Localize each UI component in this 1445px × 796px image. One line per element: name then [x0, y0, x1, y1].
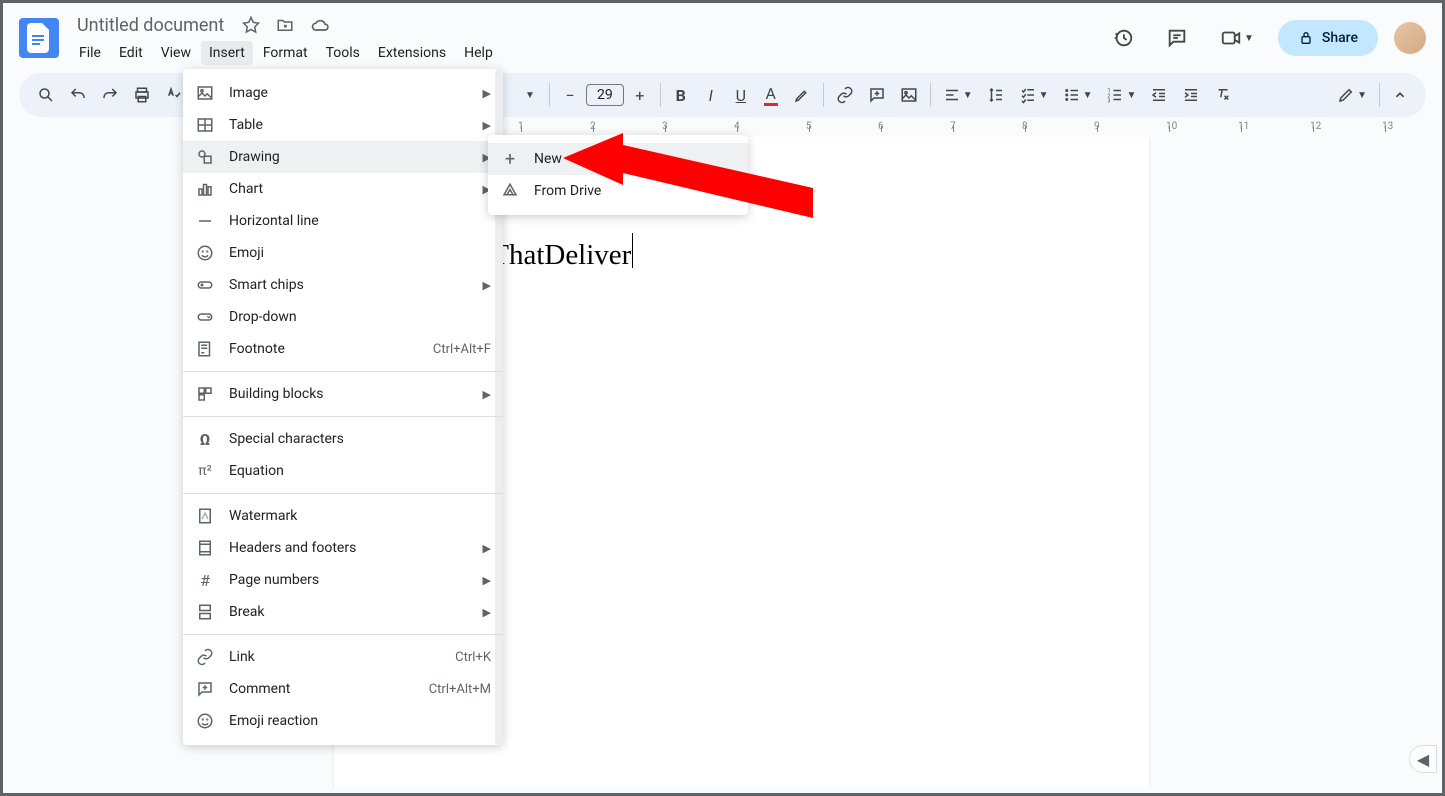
vertical-ruler[interactable] — [3, 137, 41, 787]
share-label: Share — [1322, 30, 1358, 46]
editing-mode-icon[interactable]: ▼ — [1331, 81, 1373, 109]
redo-icon[interactable] — [95, 81, 125, 109]
bulleted-list-icon[interactable]: ▼ — [1057, 81, 1099, 109]
insert-dropdown-menu: Image▶ Table▶ Drawing▶ Chart▶ Horizontal… — [183, 69, 503, 745]
menu-insert-special[interactable]: ΩSpecial characters — [183, 423, 503, 455]
align-icon[interactable]: ▼ — [937, 81, 979, 109]
cloud-status-icon[interactable] — [306, 11, 334, 39]
checklist-icon[interactable]: ▼ — [1013, 81, 1055, 109]
svg-text:3: 3 — [1108, 99, 1111, 105]
insert-image-icon[interactable] — [894, 81, 924, 109]
comments-icon[interactable] — [1158, 19, 1196, 57]
text-color-icon[interactable]: A — [757, 81, 785, 109]
menu-insert-smart-chips[interactable]: Smart chips▶ — [183, 269, 503, 301]
menu-insert-dropdown[interactable]: Drop-down — [183, 301, 503, 333]
numbered-list-icon[interactable]: 123▼ — [1100, 81, 1142, 109]
menu-view[interactable]: View — [153, 41, 199, 65]
menu-insert[interactable]: Insert — [201, 41, 253, 65]
move-icon[interactable] — [272, 12, 298, 38]
decrease-font-icon[interactable]: − — [556, 81, 584, 109]
bold-icon[interactable]: B — [667, 81, 695, 109]
menu-insert-chart[interactable]: Chart▶ — [183, 173, 503, 205]
font-dropdown[interactable]: ▼ — [515, 81, 543, 109]
star-icon[interactable] — [238, 12, 264, 38]
font-size-input[interactable]: 29 — [586, 84, 624, 106]
menu-format[interactable]: Format — [255, 41, 316, 65]
search-menus-icon[interactable] — [31, 81, 61, 109]
increase-indent-icon[interactable] — [1176, 81, 1206, 109]
menu-edit[interactable]: Edit — [111, 41, 151, 65]
side-panel-toggle-icon[interactable]: ◀ — [1409, 745, 1437, 773]
decrease-indent-icon[interactable] — [1144, 81, 1174, 109]
share-button[interactable]: Share — [1278, 20, 1378, 56]
menu-help[interactable]: Help — [456, 41, 501, 65]
insert-link-icon[interactable] — [830, 81, 860, 109]
highlight-icon[interactable] — [787, 81, 817, 109]
text-cursor — [632, 233, 633, 268]
add-comment-icon[interactable] — [862, 81, 892, 109]
menu-tools[interactable]: Tools — [318, 41, 368, 65]
menu-insert-headers[interactable]: Headers and footers▶ — [183, 532, 503, 564]
menu-insert-emoji-reaction[interactable]: Emoji reaction — [183, 705, 503, 737]
line-spacing-icon[interactable] — [981, 81, 1011, 109]
menu-insert-building-blocks[interactable]: Building blocks▶ — [183, 378, 503, 410]
menu-insert-hr[interactable]: Horizontal line — [183, 205, 503, 237]
docs-logo[interactable] — [19, 18, 59, 58]
menu-insert-emoji[interactable]: Emoji — [183, 237, 503, 269]
menu-insert-link[interactable]: LinkCtrl+K — [183, 641, 503, 673]
submenu-drawing-from-drive[interactable]: From Drive — [488, 175, 748, 207]
collapse-toolbar-icon[interactable] — [1386, 81, 1414, 109]
menu-insert-drawing[interactable]: Drawing▶ — [183, 141, 503, 173]
increase-font-icon[interactable]: + — [626, 81, 654, 109]
menu-insert-comment[interactable]: CommentCtrl+Alt+M — [183, 673, 503, 705]
drawing-submenu: +New From Drive — [488, 135, 748, 215]
menu-insert-footnote[interactable]: FootnoteCtrl+Alt+F — [183, 333, 503, 365]
menu-extensions[interactable]: Extensions — [370, 41, 454, 65]
document-title[interactable]: Untitled document — [71, 13, 230, 38]
user-avatar[interactable] — [1394, 22, 1426, 54]
menu-insert-page-numbers[interactable]: #Page numbers▶ — [183, 564, 503, 596]
clear-formatting-icon[interactable] — [1208, 81, 1238, 109]
meet-icon[interactable]: ▼ — [1212, 19, 1262, 57]
menu-insert-break[interactable]: Break▶ — [183, 596, 503, 628]
menu-file[interactable]: File — [71, 41, 109, 65]
menu-insert-table[interactable]: Table▶ — [183, 109, 503, 141]
history-icon[interactable] — [1104, 19, 1142, 57]
print-icon[interactable] — [127, 81, 157, 109]
submenu-drawing-new[interactable]: +New — [488, 143, 748, 175]
menu-insert-image[interactable]: Image▶ — [183, 77, 503, 109]
menu-insert-watermark[interactable]: Watermark — [183, 500, 503, 532]
undo-icon[interactable] — [63, 81, 93, 109]
italic-icon[interactable]: I — [697, 81, 725, 109]
underline-icon[interactable]: U — [727, 81, 755, 109]
menu-insert-equation[interactable]: π²Equation — [183, 455, 503, 487]
